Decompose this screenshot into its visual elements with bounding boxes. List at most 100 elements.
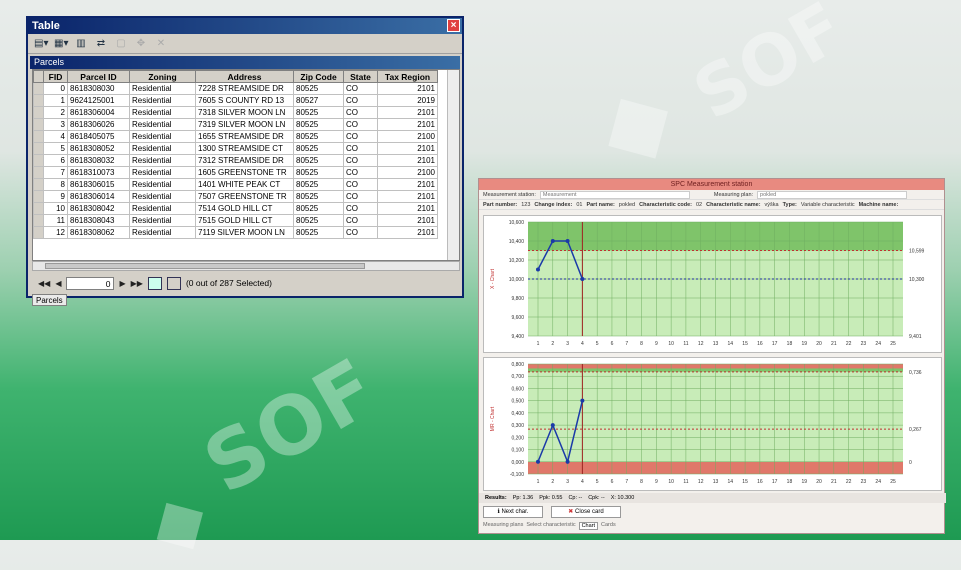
tab-chart[interactable]: Chart [578, 522, 599, 530]
table-row[interactable]: 2 8618306004 Residential 7318 SILVER MOON L… [33, 106, 438, 119]
row-selector[interactable] [33, 142, 44, 155]
last-record-icon[interactable]: ▶▶ [131, 279, 143, 288]
table-cell: Residential [129, 166, 196, 179]
x-tick-label: 24 [875, 341, 881, 347]
row-selector[interactable] [33, 190, 44, 203]
x-tick-label: 17 [772, 341, 778, 347]
close-card-button[interactable]: ✖ Close card [551, 506, 621, 518]
table-cell: 8618306015 [67, 178, 130, 191]
selection-status: (0 out of 287 Selected) [185, 278, 272, 288]
table-row[interactable]: 6 8618308032 Residential 7312 STREAMSIDE DR… [33, 154, 438, 167]
table-row[interactable]: 4 8618405075 Residential 1655 STREAMSIDE DR… [33, 130, 438, 143]
data-point [580, 398, 585, 403]
data-point [536, 267, 540, 272]
clear-selection-icon[interactable]: ▢ [114, 38, 128, 50]
row-selector[interactable] [33, 214, 44, 227]
table-row[interactable]: 7 8618310073 Residential 1605 GREENSTONE TR… [33, 166, 438, 179]
row-selector-header[interactable] [33, 70, 44, 83]
table-row[interactable]: 5 8618308052 Residential 1300 STREAMSIDE CT… [33, 142, 438, 155]
y-tick-label: 0,100 [511, 448, 524, 454]
data-point [580, 277, 585, 281]
record-index-field[interactable]: 0 [66, 276, 115, 290]
table-cell: 1605 GREENSTONE TR [195, 166, 294, 179]
table-cell: 7 [43, 166, 68, 179]
previous-record-icon[interactable]: ◀ [55, 279, 61, 288]
table-cell: 2101 [377, 154, 438, 167]
next-record-icon[interactable]: ▶ [119, 279, 125, 288]
table-row[interactable]: 3 8618306026 Residential 7319 SILVER MOON L… [33, 118, 438, 131]
switch-selection-icon[interactable]: ⇄ [94, 38, 108, 50]
show-all-records-icon[interactable] [147, 276, 162, 290]
table-cell: 80525 [293, 202, 344, 215]
table-cell: 80525 [293, 142, 344, 155]
plan-field[interactable]: pokled [757, 190, 908, 199]
column-header[interactable]: FID [43, 70, 68, 83]
y-tick-label: 10,200 [509, 258, 525, 264]
table-row[interactable]: 8 8618306015 Residential 1401 WHITE PEAK CT… [33, 178, 438, 191]
zoom-to-selected-icon[interactable]: ✥ [134, 38, 148, 50]
column-header[interactable]: Zoning [129, 70, 196, 83]
row-selector[interactable] [33, 226, 44, 239]
column-header[interactable]: Zip Code [293, 70, 344, 83]
delete-selected-icon[interactable]: ✕ [154, 38, 168, 50]
vertical-scrollbar[interactable] [447, 70, 459, 260]
table-row[interactable]: 10 8618308042 Residential 7514 GOLD HILL CT… [33, 202, 438, 215]
horizontal-scrollbar[interactable] [32, 261, 460, 271]
tab-measuring-plans[interactable]: Measuring plans [483, 522, 523, 530]
record-navigator: ◀◀ ◀ 0 ▶ ▶▶ (0 out of 287 Selected) [32, 274, 460, 292]
table-cell: Residential [129, 130, 196, 143]
column-header[interactable]: Tax Region [377, 70, 438, 83]
row-selector[interactable] [33, 130, 44, 143]
table-cell: 2101 [377, 202, 438, 215]
attribute-grid[interactable]: FID Parcel ID Zoning Address Zip Code State Ta… [32, 69, 460, 261]
x-tick-label: 25 [890, 479, 896, 485]
table-cell: 80525 [293, 214, 344, 227]
row-selector[interactable] [33, 178, 44, 191]
row-selector[interactable] [33, 106, 44, 119]
x-tick-label: 21 [831, 341, 837, 347]
table-options-icon[interactable]: ▤▾ [34, 38, 48, 50]
station-row: Measurement station: Measurement Measuri… [479, 190, 944, 200]
scroll-thumb[interactable] [45, 263, 365, 269]
y-tick-label: 0,800 [511, 362, 524, 368]
table-row[interactable]: 12 8618308062 Residential 7119 SILVER MOON … [33, 226, 438, 239]
table-row[interactable]: 1 9624125001 Residential 7605 S COUNTY RD 1… [33, 94, 438, 107]
x-tick-label: 1 [537, 479, 540, 485]
tab-cards[interactable]: Cards [601, 522, 616, 530]
table-row[interactable]: 0 8618308030 Residential 7228 STREAMSIDE DR… [33, 82, 438, 95]
table-cell: Residential [129, 178, 196, 191]
table-cell: 2019 [377, 94, 438, 107]
station-field[interactable]: Measurement [539, 190, 690, 199]
row-selector[interactable] [33, 166, 44, 179]
x-tick-label: 2 [551, 479, 554, 485]
x-tick-label: 23 [861, 479, 867, 485]
cp-value: Cp: -- [568, 495, 583, 501]
first-record-icon[interactable]: ◀◀ [38, 279, 50, 288]
type-label: Type: [782, 201, 797, 208]
row-selector[interactable] [33, 82, 44, 95]
tab-parcels[interactable]: Parcels [32, 294, 67, 306]
column-header[interactable]: Address [195, 70, 294, 83]
show-selected-records-icon[interactable] [166, 276, 181, 290]
tab-select-characteristic[interactable]: Select characteristic [526, 522, 575, 530]
table-row[interactable]: 11 8618308043 Residential 7515 GOLD HILL CT… [33, 214, 438, 227]
table-cell: CO [343, 82, 378, 95]
y-axis-label: MR - Chart [490, 406, 496, 431]
row-selector[interactable] [33, 154, 44, 167]
table-cell: 7119 SILVER MOON LN [195, 226, 294, 239]
row-selector[interactable] [33, 118, 44, 131]
table-row[interactable]: 9 8618306014 Residential 7507 GREENSTONE TR… [33, 190, 438, 203]
column-header[interactable]: State [343, 70, 378, 83]
row-selector[interactable] [33, 94, 44, 107]
select-by-attributes-icon[interactable]: ▥ [74, 38, 88, 50]
row-selector[interactable] [33, 202, 44, 215]
table-cell: 2101 [377, 118, 438, 131]
table-cell: 7312 STREAMSIDE DR [195, 154, 294, 167]
column-header[interactable]: Parcel ID [67, 70, 130, 83]
table-cell: Residential [129, 118, 196, 131]
next-char-button[interactable]: ℹ Next char. [483, 506, 543, 518]
table-cell: 7318 SILVER MOON LN [195, 106, 294, 119]
related-tables-icon[interactable]: ▦▾ [54, 38, 68, 50]
close-button[interactable]: × [447, 19, 460, 32]
data-point [536, 459, 540, 464]
